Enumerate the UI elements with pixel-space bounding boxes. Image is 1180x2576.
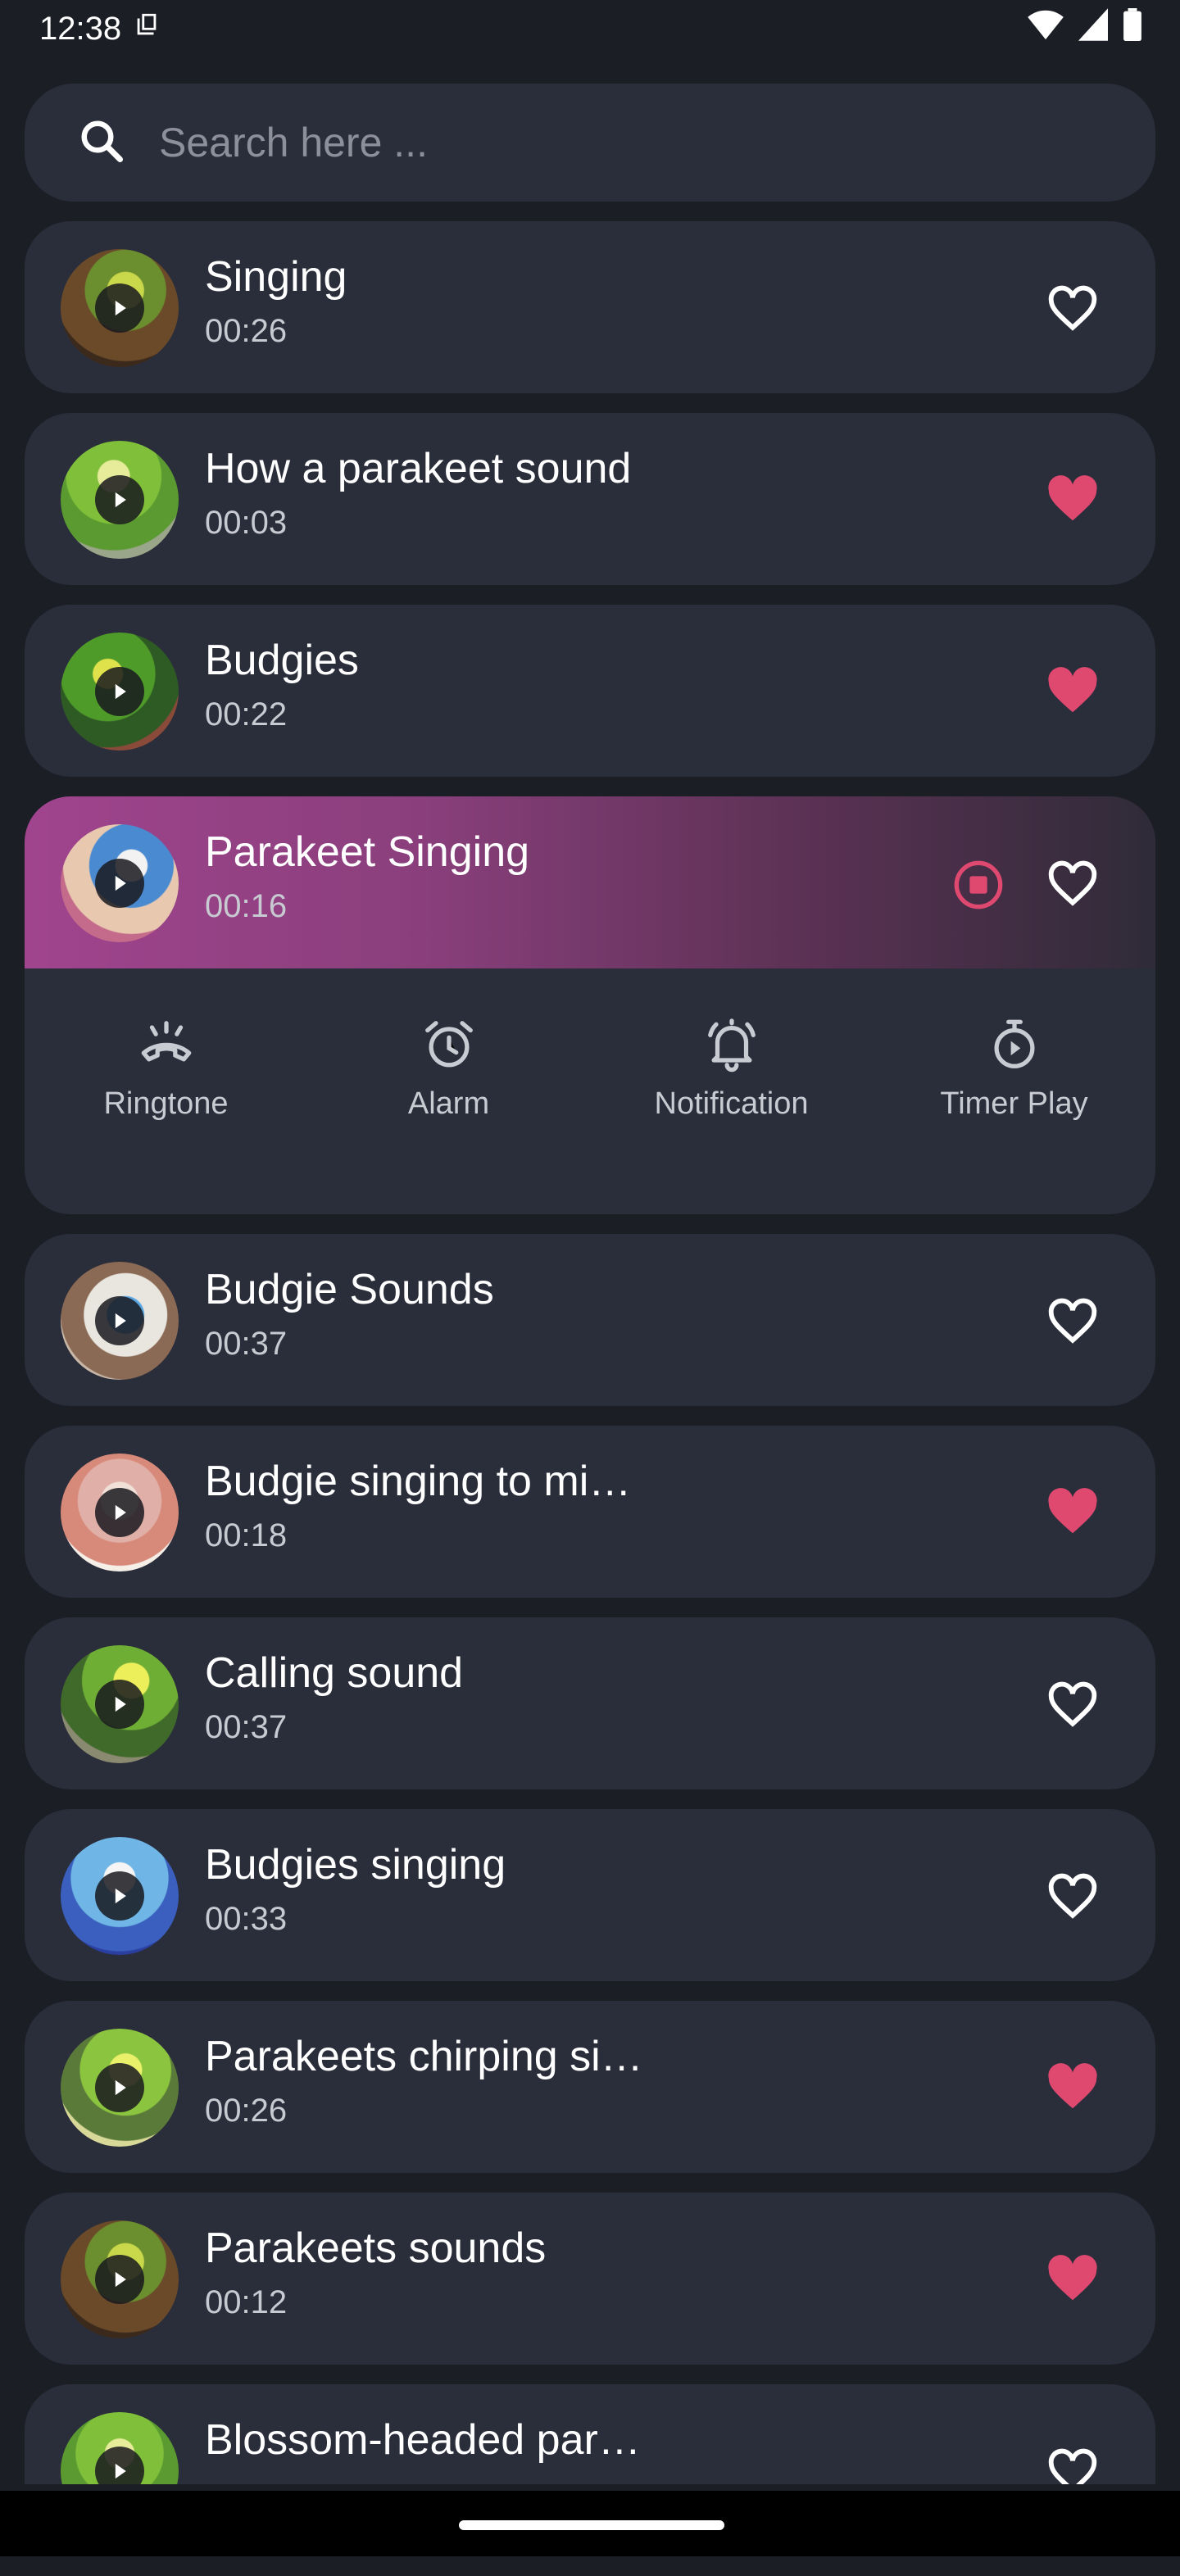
sound-item[interactable]: Budgies 00:22	[25, 605, 1155, 777]
sound-duration: 00:33	[205, 1901, 288, 1937]
heart-outline-icon[interactable]	[1044, 279, 1101, 336]
play-icon	[115, 875, 126, 891]
sound-duration: 00:26	[205, 2093, 288, 2129]
alarm-clock-icon	[424, 1021, 473, 1068]
sound-item[interactable]: Budgies singing 00:33	[25, 1809, 1155, 1981]
signal-icon	[1078, 8, 1108, 49]
heart-filled-icon[interactable]	[1044, 2250, 1101, 2307]
play-icon	[115, 683, 126, 700]
search-icon	[77, 116, 126, 170]
sound-duration: 00:12	[205, 2284, 288, 2320]
play-icon	[115, 1696, 126, 1712]
play-icon	[115, 1888, 126, 1904]
play-button[interactable]	[95, 1296, 144, 1345]
alarm-button[interactable]: Alarm	[326, 1016, 572, 1122]
ringtone-label: Ringtone	[103, 1086, 229, 1121]
search-bar[interactable]: Search here ...	[25, 84, 1155, 202]
home-gesture-handle[interactable]	[459, 2520, 724, 2530]
sound-title: Singing	[205, 253, 347, 301]
heart-filled-icon[interactable]	[1044, 2058, 1101, 2116]
heart-outline-icon[interactable]	[1044, 854, 1101, 911]
sound-item[interactable]: Budgie singing to mi… 00:18	[25, 1426, 1155, 1598]
bell-icon	[707, 1018, 756, 1073]
sound-item-playing[interactable]: Parakeet Singing 00:16 Ringtone Alarm No…	[25, 796, 1155, 1214]
wifi-icon	[1028, 8, 1064, 49]
parakeet-thumbnail	[61, 633, 179, 751]
sound-title: Blossom-headed par…	[205, 2416, 641, 2464]
heart-filled-icon[interactable]	[1044, 470, 1101, 528]
parakeet-thumbnail	[61, 824, 179, 942]
notification-label: Notification	[654, 1086, 809, 1121]
sound-title: Budgies	[205, 637, 359, 684]
sound-duration: 00:22	[205, 696, 288, 732]
sound-item[interactable]: Budgie Sounds 00:37	[25, 1234, 1155, 1406]
set-as-actions: Ringtone Alarm Notification Timer Play	[25, 968, 1155, 1214]
list-clip	[0, 2484, 1180, 2491]
sound-title: Parakeets sounds	[205, 2225, 547, 2272]
screenshot-icon	[133, 11, 161, 48]
heart-outline-icon[interactable]	[1044, 1291, 1101, 1349]
timer-icon	[994, 1019, 1034, 1068]
parakeet-thumbnail	[61, 1837, 179, 1955]
sound-duration: 00:37	[205, 1326, 288, 1362]
parakeet-thumbnail	[61, 1645, 179, 1763]
heart-outline-icon[interactable]	[1044, 1675, 1101, 1732]
sound-title: Budgie singing to mi…	[205, 1458, 632, 1505]
play-button[interactable]	[95, 667, 144, 716]
sound-title: How a parakeet sound	[205, 445, 632, 492]
heart-filled-icon[interactable]	[1044, 662, 1101, 719]
sound-title: Parakeet Singing	[205, 828, 530, 876]
play-button[interactable]	[95, 1488, 144, 1537]
play-icon	[115, 2079, 126, 2096]
sound-title: Budgie Sounds	[205, 1266, 494, 1313]
sound-item[interactable]: Calling sound 00:37	[25, 1617, 1155, 1789]
play-icon	[115, 1504, 126, 1521]
status-bar: 12:38	[0, 0, 1180, 57]
sound-duration: 00:26	[205, 313, 288, 349]
sound-duration: 00:03	[205, 505, 288, 541]
play-button[interactable]	[95, 859, 144, 908]
sound-item[interactable]: Parakeets chirping si… 00:26	[25, 2001, 1155, 2173]
parakeet-thumbnail	[61, 1454, 179, 1571]
sound-title: Budgies singing	[205, 1841, 506, 1889]
timer-play-label: Timer Play	[940, 1086, 1088, 1121]
heart-filled-icon[interactable]	[1044, 1483, 1101, 1540]
sound-duration: 00:18	[205, 1517, 288, 1553]
play-button[interactable]	[95, 1680, 144, 1729]
heart-outline-icon[interactable]	[1044, 1866, 1101, 1924]
play-button[interactable]	[95, 283, 144, 333]
play-icon	[115, 1313, 126, 1329]
alarm-label: Alarm	[407, 1086, 490, 1121]
sound-title: Calling sound	[205, 1649, 464, 1697]
play-icon	[115, 2463, 126, 2479]
battery-icon	[1123, 8, 1142, 49]
parakeet-thumbnail	[61, 2220, 179, 2338]
sound-item[interactable]: Singing 00:26	[25, 221, 1155, 393]
clock: 12:38	[39, 10, 122, 47]
sound-list: Singing 00:26 How a parakeet sound 00:03…	[25, 221, 1155, 2576]
play-button[interactable]	[95, 1871, 144, 1921]
play-icon	[115, 2271, 126, 2288]
play-button[interactable]	[95, 475, 144, 524]
parakeet-thumbnail	[61, 2029, 179, 2147]
parakeet-thumbnail	[61, 1262, 179, 1380]
play-icon	[115, 492, 126, 508]
play-icon	[115, 300, 126, 316]
sound-title: Parakeets chirping si…	[205, 2033, 643, 2080]
notification-button[interactable]: Notification	[609, 1016, 855, 1122]
sound-duration: 00:16	[205, 888, 288, 924]
timer-play-button[interactable]: Timer Play	[892, 1016, 1137, 1122]
parakeet-thumbnail	[61, 441, 179, 559]
parakeet-thumbnail	[61, 249, 179, 367]
sound-item[interactable]: How a parakeet sound 00:03	[25, 413, 1155, 585]
phone-ring-icon	[141, 1021, 191, 1062]
play-button[interactable]	[95, 2255, 144, 2304]
sound-duration: 00:37	[205, 1709, 288, 1745]
sound-item[interactable]: Parakeets sounds 00:12	[25, 2193, 1155, 2365]
ringtone-button[interactable]: Ringtone	[43, 1016, 289, 1122]
stop-icon[interactable]	[952, 859, 1005, 911]
search-input[interactable]: Search here ...	[159, 119, 428, 166]
play-button[interactable]	[95, 2063, 144, 2112]
